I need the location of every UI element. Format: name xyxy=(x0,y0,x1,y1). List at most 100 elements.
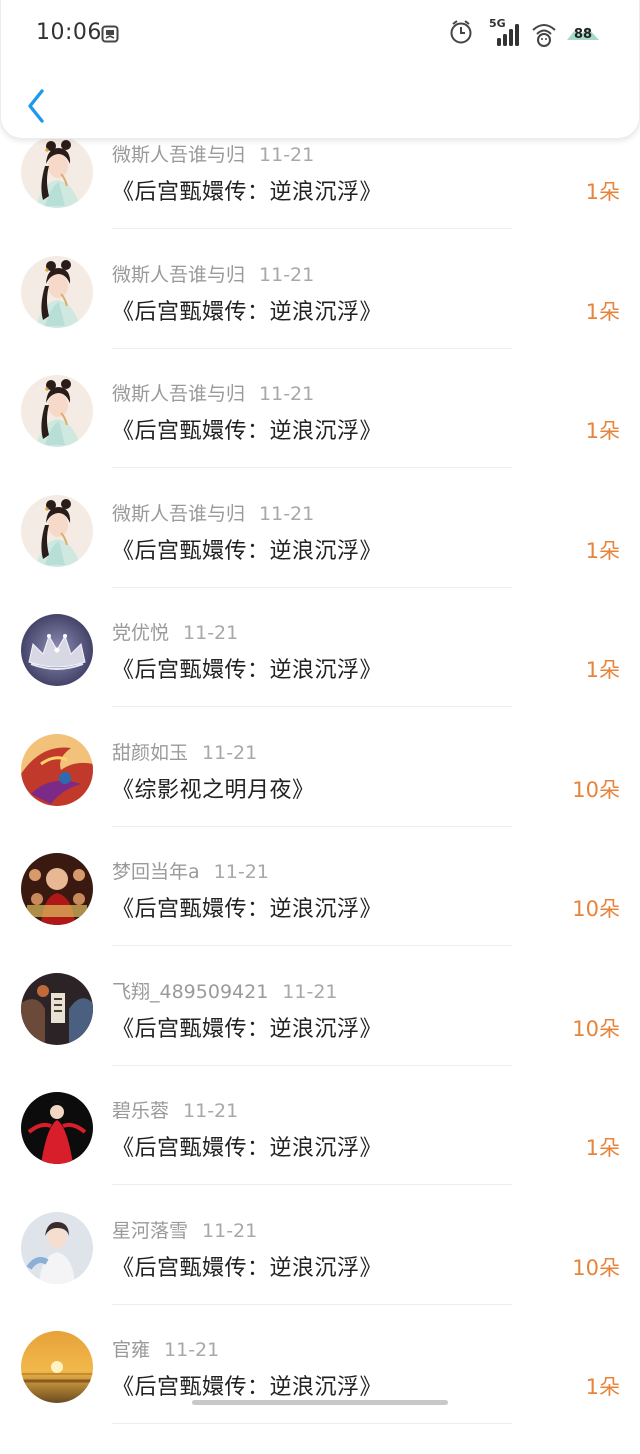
gift-date: 11-21 xyxy=(183,622,239,644)
avatar[interactable] xyxy=(21,972,93,1045)
book-title[interactable]: 《后宫甄嬛传：逆浪沉浮》 xyxy=(112,413,382,445)
status-time: 10:06 xyxy=(36,20,102,45)
top-bar: 10:06 5G 88 xyxy=(0,0,640,139)
list-item[interactable]: 飞翔_489509421 11-21 《后宫甄嬛传：逆浪沉浮》 10朵 xyxy=(0,972,640,1096)
list-item[interactable]: 微斯人吾谁与归 11-21 《后宫甄嬛传：逆浪沉浮》 1朵 xyxy=(0,375,640,498)
book-title[interactable]: 《后宫甄嬛传：逆浪沉浮》 xyxy=(112,891,382,923)
flower-count: 10朵 xyxy=(572,1016,620,1041)
gift-meta: 微斯人吾谁与归 11-21 xyxy=(112,140,314,167)
username[interactable]: 梦回当年a xyxy=(112,861,200,883)
username[interactable]: 官雍 xyxy=(112,1339,150,1361)
signal-5g-icon: 5G xyxy=(489,16,525,52)
divider xyxy=(112,706,512,707)
avatar[interactable] xyxy=(21,614,93,686)
avatar[interactable] xyxy=(21,733,93,806)
book-title[interactable]: 《后宫甄嬛传：逆浪沉浮》 xyxy=(112,1250,382,1282)
username[interactable]: 党优悦 xyxy=(112,622,169,644)
battery-icon: 88 xyxy=(565,22,601,48)
flower-count: 1朵 xyxy=(585,1136,620,1160)
gift-meta: 微斯人吾谁与归 11-21 xyxy=(112,499,314,526)
divider xyxy=(112,1303,512,1305)
username[interactable]: 飞翔_489509421 xyxy=(112,981,268,1003)
status-bar: 10:06 5G 88 xyxy=(1,0,640,70)
home-indicator xyxy=(192,1400,448,1405)
book-title[interactable]: 《后宫甄嬛传：逆浪沉浮》 xyxy=(112,652,382,684)
avatar[interactable] xyxy=(21,1211,93,1284)
book-title[interactable]: 《后宫甄嬛传：逆浪沉浮》 xyxy=(112,533,382,565)
book-title[interactable]: 《后宫甄嬛传：逆浪沉浮》 xyxy=(112,1130,382,1162)
flower-count: 1朵 xyxy=(585,658,620,682)
gift-date: 11-21 xyxy=(164,1339,220,1361)
list-item[interactable]: 微斯人吾谁与归 11-21 《后宫甄嬛传：逆浪沉浮》 1朵 xyxy=(0,494,640,618)
book-title[interactable]: 《后宫甄嬛传：逆浪沉浮》 xyxy=(112,174,382,206)
flower-count: 1朵 xyxy=(585,1375,620,1399)
avatar[interactable] xyxy=(21,1331,93,1403)
gift-meta: 微斯人吾谁与归 11-21 xyxy=(112,379,314,406)
divider xyxy=(112,467,512,468)
gift-date: 11-21 xyxy=(183,1100,239,1122)
gift-date: 11-21 xyxy=(213,861,269,883)
username[interactable]: 碧乐蓉 xyxy=(112,1100,169,1122)
book-title[interactable]: 《后宫甄嬛传：逆浪沉浮》 xyxy=(112,294,382,326)
list-item[interactable]: 碧乐蓉 11-21 《后宫甄嬛传：逆浪沉浮》 1朵 xyxy=(0,1092,640,1215)
avatar[interactable] xyxy=(21,136,93,208)
chevron-left-icon xyxy=(28,89,44,123)
username[interactable]: 微斯人吾谁与归 xyxy=(112,144,245,166)
list-item[interactable]: 官雍 11-21 《后宫甄嬛传：逆浪沉浮》 1朵 xyxy=(0,1331,640,1454)
username[interactable]: 微斯人吾谁与归 xyxy=(112,264,245,286)
network-label: 5G xyxy=(489,17,506,30)
username[interactable]: 星河落雪 xyxy=(112,1220,188,1242)
avatar[interactable] xyxy=(21,853,93,925)
gift-date: 11-21 xyxy=(259,383,315,405)
gift-date: 11-21 xyxy=(202,1219,258,1242)
username[interactable]: 微斯人吾谁与归 xyxy=(112,503,245,525)
gift-date: 11-21 xyxy=(259,263,315,286)
book-title[interactable]: 《后宫甄嬛传：逆浪沉浮》 xyxy=(112,1369,382,1401)
battery-level: 88 xyxy=(574,27,592,42)
flower-count: 10朵 xyxy=(572,777,620,802)
divider xyxy=(112,347,512,349)
list-item[interactable]: 党优悦 11-21 《后宫甄嬛传：逆浪沉浮》 1朵 xyxy=(0,614,640,737)
flower-count: 10朵 xyxy=(572,1255,620,1280)
list-item[interactable]: 梦回当年a 11-21 《后宫甄嬛传：逆浪沉浮》 10朵 xyxy=(0,853,640,976)
back-button[interactable] xyxy=(23,86,49,126)
flower-count: 1朵 xyxy=(585,419,620,443)
flower-count: 1朵 xyxy=(585,180,620,204)
list-item[interactable]: 星河落雪 11-21 《后宫甄嬛传：逆浪沉浮》 10朵 xyxy=(0,1211,640,1335)
avatar[interactable] xyxy=(21,375,93,447)
divider xyxy=(112,825,512,827)
divider xyxy=(112,1184,512,1185)
gift-date: 11-21 xyxy=(282,980,338,1003)
username[interactable]: 甜颜如玉 xyxy=(112,742,188,764)
list-item[interactable]: 微斯人吾谁与归 11-21 《后宫甄嬛传：逆浪沉浮》 1朵 xyxy=(0,136,640,259)
alarm-clock-icon xyxy=(449,18,473,50)
app-notification-icon xyxy=(101,25,119,43)
divider xyxy=(112,586,512,588)
gift-meta: 碧乐蓉 11-21 xyxy=(112,1096,238,1123)
gift-meta: 党优悦 11-21 xyxy=(112,618,238,645)
flower-count: 1朵 xyxy=(585,299,620,324)
gift-meta: 飞翔_489509421 11-21 xyxy=(112,977,338,1004)
book-title[interactable]: 《后宫甄嬛传：逆浪沉浮》 xyxy=(112,1011,382,1043)
gift-date: 11-21 xyxy=(202,741,258,764)
gift-meta: 微斯人吾谁与归 11-21 xyxy=(112,260,314,287)
list-item[interactable]: 甜颜如玉 11-21 《综影视之明月夜》 10朵 xyxy=(0,733,640,857)
book-title[interactable]: 《综影视之明月夜》 xyxy=(112,772,315,804)
divider xyxy=(112,945,512,946)
list-item[interactable]: 微斯人吾谁与归 11-21 《后宫甄嬛传：逆浪沉浮》 1朵 xyxy=(0,255,640,379)
flower-count: 10朵 xyxy=(572,897,620,921)
username[interactable]: 微斯人吾谁与归 xyxy=(112,383,245,405)
divider xyxy=(112,228,512,229)
wifi-icon xyxy=(531,18,557,52)
gift-meta: 梦回当年a 11-21 xyxy=(112,857,269,884)
divider xyxy=(112,1423,512,1424)
gift-meta: 官雍 11-21 xyxy=(112,1335,219,1362)
avatar[interactable] xyxy=(21,494,93,567)
gift-date: 11-21 xyxy=(259,502,315,525)
avatar[interactable] xyxy=(21,255,93,328)
avatar[interactable] xyxy=(21,1092,93,1164)
gift-meta: 甜颜如玉 11-21 xyxy=(112,738,257,765)
gift-meta: 星河落雪 11-21 xyxy=(112,1216,257,1243)
gift-date: 11-21 xyxy=(259,144,315,166)
flower-count: 1朵 xyxy=(585,538,620,563)
